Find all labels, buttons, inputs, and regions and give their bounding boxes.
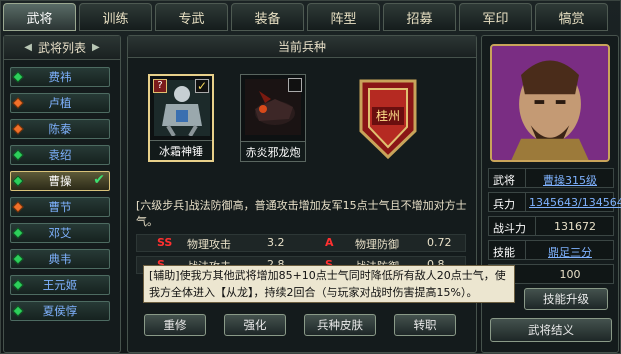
- unit-name: 赤炎邪龙炮: [241, 141, 305, 161]
- grade-badge: SS: [157, 236, 173, 249]
- general-name: 夏侯惇: [42, 304, 78, 318]
- stat-row-physical: SS 物理攻击 3.2 A 物理防御 0.72: [136, 234, 466, 252]
- question-icon[interactable]: ?: [153, 79, 167, 93]
- general-name: 王元姬: [42, 278, 78, 292]
- info-row-general: 武将 曹操315级: [488, 168, 614, 188]
- general-list-item[interactable]: 陈泰: [10, 119, 110, 139]
- status-diamond-icon: [12, 201, 24, 213]
- region-banner-emblem-icon: 桂州: [359, 79, 417, 160]
- change-class-button[interactable]: 转职: [394, 314, 456, 336]
- stat-value: 0.72: [427, 236, 452, 249]
- game-window: 武将 训练 专武 装备 阵型 招募 军印 犒赏 ◀ 武将列表 ▶ 费祎卢植陈泰袁…: [0, 0, 621, 354]
- skill-link[interactable]: 鼎足三分: [529, 244, 611, 260]
- info-key: 技能: [493, 246, 515, 259]
- general-list-item[interactable]: 费祎: [10, 67, 110, 87]
- general-list-item[interactable]: 邓艾: [10, 223, 110, 243]
- general-list-title: 武将列表: [37, 41, 86, 55]
- stat-label: 物理防御: [355, 238, 399, 251]
- unchecked-box-icon[interactable]: [288, 78, 302, 92]
- info-key: 武将: [493, 174, 515, 187]
- unit-card-fire-dragon-cannon[interactable]: 赤炎邪龙炮: [240, 74, 306, 162]
- current-unit-panel: 当前兵种 ? ✓ 冰霜神锤 赤炎邪龙炮 桂州 [六级步兵]战法防御高，普通攻击增…: [127, 35, 477, 353]
- general-list-item[interactable]: 曹节: [10, 197, 110, 217]
- general-name: 曹节: [48, 200, 72, 214]
- info-row-power: 战斗力 131672: [488, 216, 614, 236]
- info-key: 战斗力: [493, 222, 526, 235]
- general-name: 邓艾: [48, 226, 72, 240]
- general-list-item[interactable]: 曹操 ✔: [10, 171, 110, 191]
- extra-value: 100: [559, 268, 581, 281]
- power-value: 131672: [554, 220, 596, 233]
- tab-reward[interactable]: 犒赏: [535, 3, 608, 31]
- tab-training[interactable]: 训练: [79, 3, 152, 31]
- general-list-item[interactable]: 典韦: [10, 249, 110, 269]
- general-bond-button[interactable]: 武将结义: [490, 318, 612, 342]
- general-info-panel: 武将 曹操315级 兵力 1345643/1345643 战斗力 131672 …: [481, 35, 621, 353]
- troops-link[interactable]: 1345643/1345643: [529, 196, 621, 209]
- unit-card-banner[interactable]: 桂州: [354, 74, 420, 162]
- general-name: 曹操: [48, 174, 72, 188]
- tab-bar: 武将 训练 专武 装备 阵型 招募 军印 犒赏: [3, 3, 620, 31]
- tab-equipment[interactable]: 装备: [231, 3, 304, 31]
- retrain-button[interactable]: 重修: [144, 314, 206, 336]
- current-unit-title: 当前兵种: [128, 36, 476, 58]
- strengthen-button[interactable]: 强化: [224, 314, 286, 336]
- status-diamond-icon: [12, 97, 24, 109]
- status-diamond-icon: [12, 305, 24, 317]
- status-diamond-icon: [12, 279, 24, 291]
- equipped-check-icon: ✓: [195, 79, 209, 93]
- next-arrow-icon[interactable]: ▶: [92, 42, 100, 53]
- stat-label: 物理攻击: [187, 238, 231, 251]
- info-key: 兵力: [493, 198, 515, 211]
- info-row-skill: 技能 鼎足三分: [488, 240, 614, 260]
- status-diamond-icon: [12, 227, 24, 239]
- banner-text: 桂州: [376, 108, 400, 123]
- unit-card-frost-hammer[interactable]: ? ✓ 冰霜神锤: [148, 74, 214, 162]
- unit-name: 冰霜神锤: [150, 140, 212, 160]
- general-name: 陈泰: [48, 122, 72, 136]
- skill-tooltip: [辅助]使我方其他武将增加85+10点士气同时降低所有敌人20点士气，使我方全体…: [143, 265, 515, 303]
- selected-check-icon: ✔: [93, 172, 105, 188]
- unit-description: [六级步兵]战法防御高，普通攻击增加友军15点士气且不增加对方士气。: [136, 199, 467, 228]
- general-portrait-icon: [492, 46, 608, 160]
- stat-value: 3.2: [267, 236, 285, 249]
- general-name: 费祎: [48, 70, 72, 84]
- unit-skin-button[interactable]: 兵种皮肤: [304, 314, 376, 336]
- general-name: 典韦: [48, 252, 72, 266]
- tab-general[interactable]: 武将: [3, 3, 76, 31]
- tab-formation[interactable]: 阵型: [307, 3, 380, 31]
- info-row-troops: 兵力 1345643/1345643: [488, 192, 621, 212]
- general-name-link[interactable]: 曹操315级: [529, 172, 611, 188]
- general-name: 袁绍: [48, 148, 72, 162]
- general-list-item[interactable]: 卢植: [10, 93, 110, 113]
- general-list-item[interactable]: 王元姬: [10, 275, 110, 295]
- general-list-item[interactable]: 袁绍: [10, 145, 110, 165]
- general-list-header: ◀ 武将列表 ▶: [4, 36, 120, 60]
- tab-seal[interactable]: 军印: [459, 3, 532, 31]
- tab-special-weapon[interactable]: 专武: [155, 3, 228, 31]
- status-diamond-icon: [12, 71, 24, 83]
- general-list-panel: ◀ 武将列表 ▶ 费祎卢植陈泰袁绍曹操 ✔ 曹节邓艾典韦王元姬夏侯惇: [3, 35, 121, 353]
- status-diamond-icon: [12, 149, 24, 161]
- status-diamond-icon: [12, 253, 24, 265]
- general-portrait: [490, 44, 610, 162]
- status-diamond-icon: [12, 123, 24, 135]
- general-list-item[interactable]: 夏侯惇: [10, 301, 110, 321]
- grade-badge: A: [325, 236, 334, 249]
- prev-arrow-icon[interactable]: ◀: [24, 42, 32, 53]
- tab-recruit[interactable]: 招募: [383, 3, 456, 31]
- status-diamond-icon: [12, 175, 24, 187]
- skill-upgrade-button[interactable]: 技能升级: [524, 288, 608, 310]
- general-name: 卢植: [48, 96, 72, 110]
